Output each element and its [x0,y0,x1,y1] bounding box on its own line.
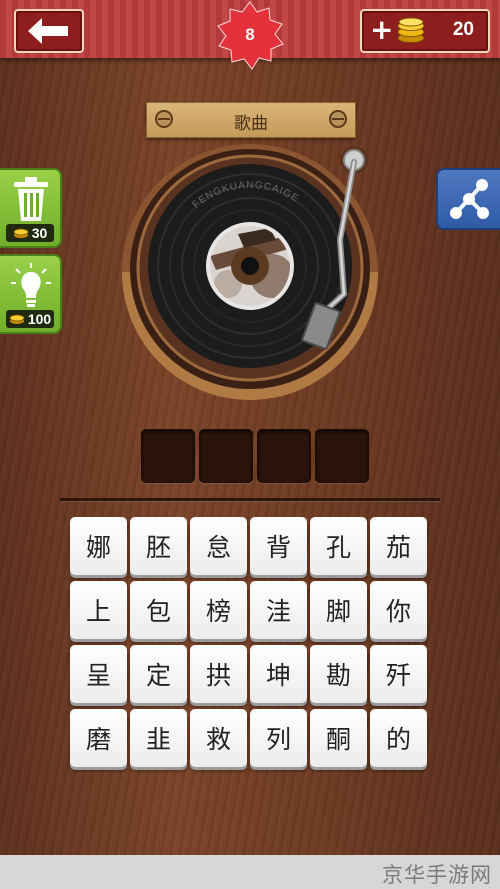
top-bar: 8 + 20 [0,0,500,70]
letter-tile[interactable]: 上 [70,581,127,639]
hint-price: 100 [6,310,54,328]
coin-icon [9,314,25,324]
share-button[interactable] [436,168,500,230]
letter-tile[interactable]: 洼 [250,581,307,639]
hint-button[interactable]: 100 [0,254,62,334]
level-number: 8 [245,25,255,44]
delete-price-value: 30 [31,225,48,241]
answer-slots [141,429,369,483]
watermark-text: 京华手游网 [382,863,492,887]
share-icon [450,179,489,219]
answer-slot[interactable] [315,429,369,483]
coin-count: 20 [452,19,474,40]
trash-icon [14,177,48,221]
letter-tile[interactable]: 韭 [130,709,187,767]
letter-tile[interactable]: 呈 [70,645,127,703]
letter-tile[interactable]: 胚 [130,517,187,575]
category-label: 歌曲 [234,114,268,134]
answer-slot[interactable] [257,429,311,483]
letter-tile[interactable]: 孔 [310,517,367,575]
add-coins-plus[interactable]: + [370,15,393,45]
letter-tile[interactable]: 列 [250,709,307,767]
delete-price: 30 [6,224,54,242]
coin-icon [13,228,29,238]
letter-tile[interactable]: 定 [130,645,187,703]
letter-tile[interactable]: 的 [370,709,427,767]
letter-tile[interactable]: 娜 [70,517,127,575]
level-badge: 8 [213,0,287,74]
letter-tile[interactable]: 茄 [370,517,427,575]
letter-tile[interactable]: 酮 [310,709,367,767]
hint-price-value: 100 [27,311,52,327]
category-plate: 歌曲 [146,102,356,138]
letter-tile[interactable]: 脚 [310,581,367,639]
letter-tile[interactable]: 坤 [250,645,307,703]
lightbulb-icon [11,263,51,307]
answer-slot[interactable] [141,429,195,483]
footer-bar: 京华手游网 [0,855,500,889]
letter-tile[interactable]: 勘 [310,645,367,703]
letter-tile[interactable]: 怠 [190,517,247,575]
letter-tile[interactable]: 救 [190,709,247,767]
letter-tile[interactable]: 榜 [190,581,247,639]
letter-tile[interactable]: 你 [370,581,427,639]
back-button[interactable] [14,9,84,53]
delete-letters-button[interactable]: 30 [0,168,62,248]
back-arrow-icon [28,18,68,44]
divider [60,498,440,501]
coin-counter[interactable]: + 20 [360,9,490,53]
letter-grid: 娜 胚 怠 背 孔 茄 上 包 榜 洼 脚 你 呈 定 拱 坤 勘 歼 磨 韭 … [70,517,427,767]
letter-tile[interactable]: 包 [130,581,187,639]
letter-tile[interactable]: 拱 [190,645,247,703]
answer-slot[interactable] [199,429,253,483]
letter-tile[interactable]: 磨 [70,709,127,767]
letter-tile[interactable]: 背 [250,517,307,575]
coin-stack-icon [397,17,425,43]
letter-tile[interactable]: 歼 [370,645,427,703]
record-player[interactable]: FENGKUANGCAIGE [120,144,382,402]
